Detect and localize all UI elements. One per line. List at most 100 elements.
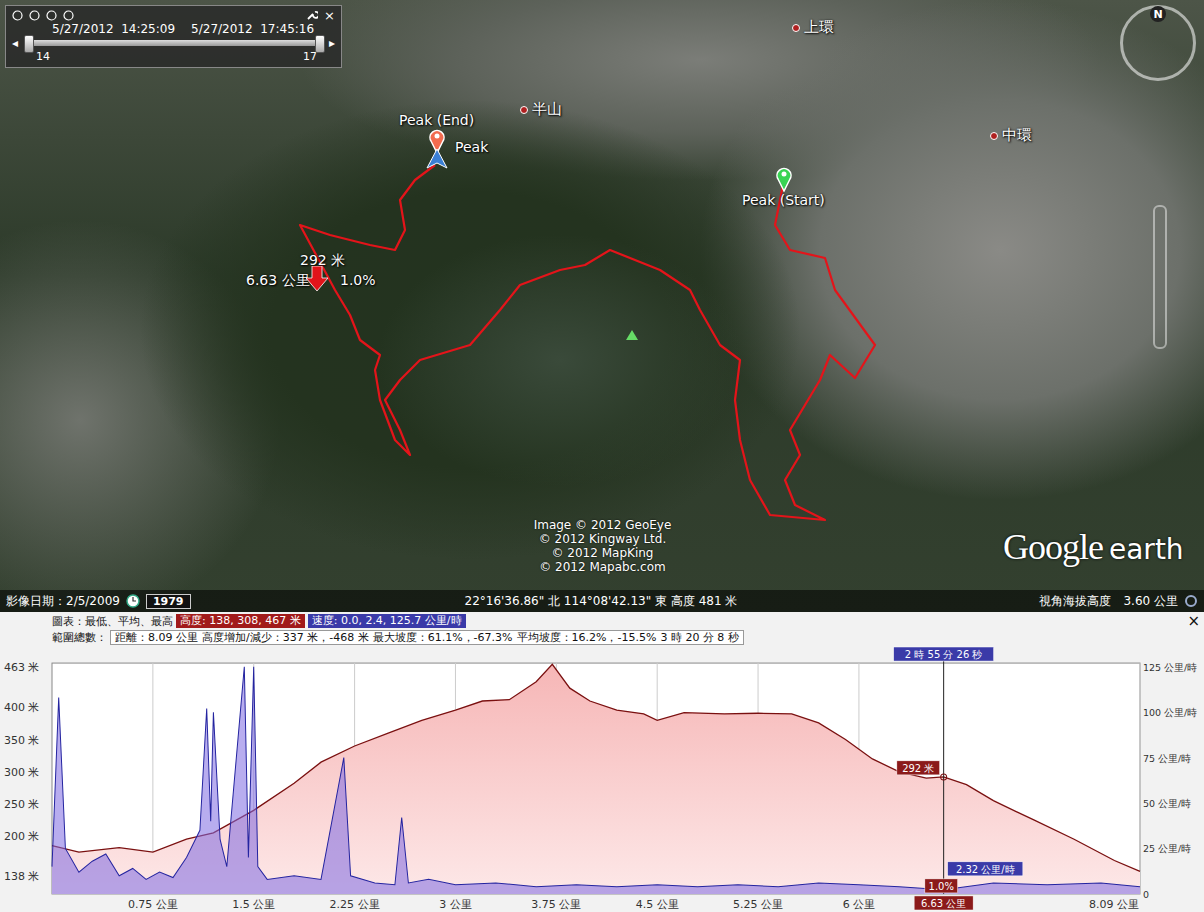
speed-stats: 速度: 0.0, 2.4, 125.7 公里/時 xyxy=(308,614,466,628)
satellite-imagery[interactable]: × 5/27/2012 14:25:09 5/27/2012 17:45:16 ◂ ▸ 1… xyxy=(0,0,1204,590)
elevation-stats: 高度: 138, 308, 467 米 xyxy=(176,614,305,628)
start-hour: 14 xyxy=(36,50,50,63)
elevation-tick: 250 米 xyxy=(4,798,39,811)
range-stat: 高度增加/減少：337 米，-468 米 xyxy=(202,631,369,644)
placemark-label[interactable]: Peak (End) xyxy=(399,112,474,128)
time-control-icon[interactable] xyxy=(46,10,57,21)
distance-tick: 2.25 公里 xyxy=(330,898,380,911)
status-bar: 影像日期：2/5/2009 1979 22°16'36.86" 北 114°08'4… xyxy=(0,590,1204,612)
end-time: 5/27/2012 17:45:16 xyxy=(191,22,314,36)
time-slider[interactable] xyxy=(28,40,319,46)
track-route xyxy=(0,0,1204,590)
marker-distance: 6.63 公里 xyxy=(246,272,310,290)
distance-tick: 1.5 公里 xyxy=(232,898,275,911)
cursor-grade: 1.0% xyxy=(925,879,958,893)
elevation-tick: 400 米 xyxy=(4,701,39,714)
elevation-tick: 138 米 xyxy=(4,870,39,883)
speed-area xyxy=(52,667,1140,894)
cursor-elevation: 292 米 xyxy=(897,761,940,775)
wrench-icon[interactable] xyxy=(306,9,318,21)
cursor-line[interactable] xyxy=(943,649,944,894)
grid-line xyxy=(1140,663,1141,894)
google-earth-window: × 5/27/2012 14:25:09 5/27/2012 17:45:16 ◂ ▸ 1… xyxy=(0,0,1204,912)
speed-tick: 125 公里/時 xyxy=(1143,662,1197,673)
eye-altitude: 視角海拔高度3.60 公里 xyxy=(1039,593,1178,610)
elevation-tick: 300 米 xyxy=(4,766,39,779)
time-slider-widget[interactable]: × 5/27/2012 14:25:09 5/27/2012 17:45:16 ◂ ▸ 1… xyxy=(5,5,342,68)
clock-icon[interactable] xyxy=(126,594,140,608)
marker-grade: 1.0% xyxy=(340,272,376,288)
copyright-line: © 2012 Kingway Ltd. xyxy=(539,532,667,546)
speed-line xyxy=(52,667,1140,890)
place-label[interactable]: 半山 xyxy=(520,100,562,119)
speed-tick: 25 公里/時 xyxy=(1143,843,1191,854)
place-dot xyxy=(990,132,998,140)
google-earth-logo: Googleearth xyxy=(1003,526,1184,568)
time-control-icon[interactable] xyxy=(29,10,40,21)
elevation-tick: 350 米 xyxy=(4,734,39,747)
north-indicator[interactable]: N xyxy=(1150,6,1166,22)
elevation-marker-icon xyxy=(306,266,328,288)
copyright-line: Image © 2012 GeoEye xyxy=(534,518,672,532)
cursor-point xyxy=(941,774,947,780)
elevation-area xyxy=(52,664,1140,894)
pointer-coordinates: 22°16'36.86" 北 114°08'42.13" 東 高度 481 米 xyxy=(465,593,738,610)
cursor-distance: 6.63 公里 xyxy=(914,896,973,910)
imagery-copyright: Image © 2012 GeoEye© 2012 Kingway Ltd.© … xyxy=(520,518,685,574)
svg-text:292 米: 292 米 xyxy=(902,763,934,774)
status-circle-icon xyxy=(1184,594,1198,608)
distance-tick: 6 公里 xyxy=(843,898,875,911)
range-stat: 最大坡度：61.1%，-67.3% xyxy=(373,631,513,644)
cursor-time: 2 時 55 分 26 秒 xyxy=(894,647,994,661)
svg-text:6.63 公里: 6.63 公里 xyxy=(921,898,966,909)
distance-tick: 0.75 公里 xyxy=(128,898,178,911)
range-stat: 平均坡度：16.2%，-15.5% xyxy=(517,631,657,644)
speed-tick: 75 公里/時 xyxy=(1143,753,1191,764)
historical-year[interactable]: 1979 xyxy=(146,594,191,609)
placemark-label[interactable]: Peak xyxy=(455,139,488,155)
speed-tick: 50 公里/時 xyxy=(1143,798,1191,809)
distance-tick: 3.75 公里 xyxy=(531,898,581,911)
elevation-tick: 463 米 xyxy=(4,661,39,674)
place-dot xyxy=(520,106,528,114)
start-time: 5/27/2012 14:25:09 xyxy=(52,22,175,36)
map-view[interactable]: × 5/27/2012 14:25:09 5/27/2012 17:45:16 ◂ ▸ 1… xyxy=(0,0,1204,612)
distance-tick: 5.25 公里 xyxy=(733,898,783,911)
current-position-icon xyxy=(426,148,448,170)
slider-left-icon[interactable]: ◂ xyxy=(12,36,18,50)
time-control-icon[interactable] xyxy=(12,10,23,21)
compass[interactable]: N xyxy=(1120,5,1196,81)
summary-row: 圖表：最低、平均、最高高度: 138, 308, 467 米速度: 0.0, 2… xyxy=(52,613,1204,629)
placemark-label[interactable]: Peak (Start) xyxy=(742,192,825,208)
distance-tick: 3 公里 xyxy=(439,898,471,911)
svg-text:1.0%: 1.0% xyxy=(929,881,954,892)
place-dot xyxy=(792,24,800,32)
close-profile-button[interactable]: × xyxy=(1187,612,1200,630)
place-label[interactable]: 中環 xyxy=(990,126,1032,145)
start-handle[interactable] xyxy=(24,35,34,53)
range-stat: 距離：8.09 公里 xyxy=(115,631,198,644)
copyright-line: © 2012 MapKing xyxy=(552,546,654,560)
copyright-line: © 2012 Mapabc.com xyxy=(539,560,666,574)
svg-text:2 時 55 分 26 秒: 2 時 55 分 26 秒 xyxy=(905,649,983,660)
end-handle[interactable] xyxy=(315,35,325,53)
start-pin-icon[interactable] xyxy=(775,166,793,192)
marker-elevation: 292 米 xyxy=(300,252,345,270)
distance-tick: 8.09 公里 xyxy=(1089,898,1139,911)
place-label[interactable]: 上環 xyxy=(792,18,834,37)
imagery-date: 影像日期：2/5/2009 xyxy=(6,593,120,610)
elevation-chart[interactable]: 463 米400 米350 米300 米250 米200 米138 米125 公… xyxy=(0,645,1204,912)
cursor-speed: 2.32 公里/時 xyxy=(948,862,1023,876)
svg-text:2.32 公里/時: 2.32 公里/時 xyxy=(956,864,1015,875)
range-stats: 距離：8.09 公里高度增加/減少：337 米，-468 米最大坡度：61.1%… xyxy=(110,630,744,645)
speed-tick: 100 公里/時 xyxy=(1143,707,1197,718)
range-stat: 3 時 20 分 8 秒 xyxy=(660,631,738,644)
elevation-profile-panel: ×圖表：最低、平均、最高高度: 138, 308, 467 米速度: 0.0, … xyxy=(0,612,1204,912)
close-button[interactable]: × xyxy=(324,9,335,22)
distance-tick: 4.5 公里 xyxy=(636,898,679,911)
time-control-icon[interactable] xyxy=(63,10,74,21)
speed-tick: 0 xyxy=(1143,889,1149,900)
range-row: 範圍總數：距離：8.09 公里高度增加/減少：337 米，-468 米最大坡度：… xyxy=(52,629,1204,645)
slider-right-icon[interactable]: ▸ xyxy=(329,36,335,50)
zoom-slider[interactable] xyxy=(1153,205,1167,349)
